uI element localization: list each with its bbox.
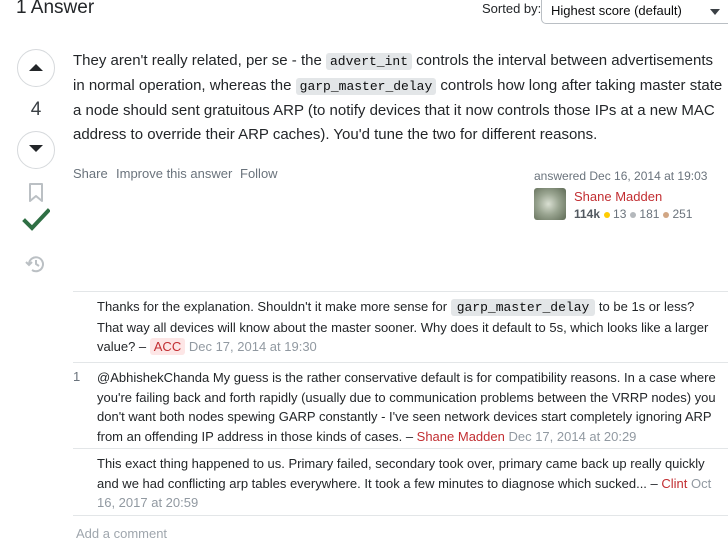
bronze-badge-count: 251	[672, 207, 693, 221]
improve-answer-link[interactable]: Improve this answer	[116, 166, 232, 181]
comment-user-link[interactable]: ACC	[149, 338, 186, 355]
sort-select[interactable]: Highest score (default)	[541, 0, 728, 24]
comment: Thanks for the explanation. Shouldn't it…	[97, 299, 709, 355]
answer-body: They aren't really related, per se - the…	[73, 52, 723, 143]
arrow-down-icon	[28, 141, 44, 159]
user-stats: 114k 13 181 251	[574, 207, 692, 221]
share-link[interactable]: Share	[73, 166, 108, 181]
user-name-link[interactable]: Shane Madden	[574, 189, 662, 204]
comment-divider	[73, 515, 728, 516]
follow-link[interactable]: Follow	[240, 166, 278, 181]
comment-divider	[73, 448, 728, 449]
answered-timestamp: answered Dec 16, 2014 at 19:03	[534, 169, 708, 183]
comment-score: 1	[73, 369, 81, 384]
comment-date[interactable]: Dec 17, 2014 at 20:29	[508, 429, 636, 444]
avatar[interactable]	[534, 188, 566, 220]
checkmark-icon	[22, 206, 51, 239]
code-advert-int: advert_int	[326, 53, 413, 70]
comment-user-link[interactable]: Clint	[661, 476, 687, 491]
comment-user-link[interactable]: Shane Madden	[417, 429, 505, 444]
reputation: 114k	[574, 207, 601, 221]
comments-divider	[73, 291, 728, 292]
chevron-down-icon	[710, 3, 720, 18]
add-comment-link[interactable]: Add a comment	[76, 526, 167, 541]
silver-badge-icon	[630, 211, 637, 218]
comment: @AbhishekChanda My guess is the rather c…	[97, 370, 716, 444]
bookmark-icon[interactable]	[28, 183, 44, 208]
comment: This exact thing happened to us. Primary…	[97, 456, 712, 510]
gold-badge-count: 13	[613, 207, 627, 221]
comment-date[interactable]: Dec 17, 2014 at 19:30	[189, 339, 317, 354]
answers-count-heading: 1 Answer	[16, 0, 95, 18]
bronze-badge-icon	[663, 211, 670, 218]
code-garp-master-delay: garp_master_delay	[295, 78, 437, 95]
arrow-up-icon	[28, 59, 44, 77]
upvote-button[interactable]	[17, 49, 55, 87]
gold-badge-icon	[604, 211, 611, 218]
silver-badge-count: 181	[639, 207, 660, 221]
code-garp-master-delay: garp_master_delay	[450, 299, 596, 316]
vote-count: 4	[30, 99, 42, 120]
history-icon[interactable]	[25, 253, 47, 280]
sorted-by-label: Sorted by:	[482, 1, 542, 16]
downvote-button[interactable]	[17, 131, 55, 169]
sort-select-value: Highest score (default)	[551, 3, 682, 18]
comment-divider	[73, 362, 728, 363]
